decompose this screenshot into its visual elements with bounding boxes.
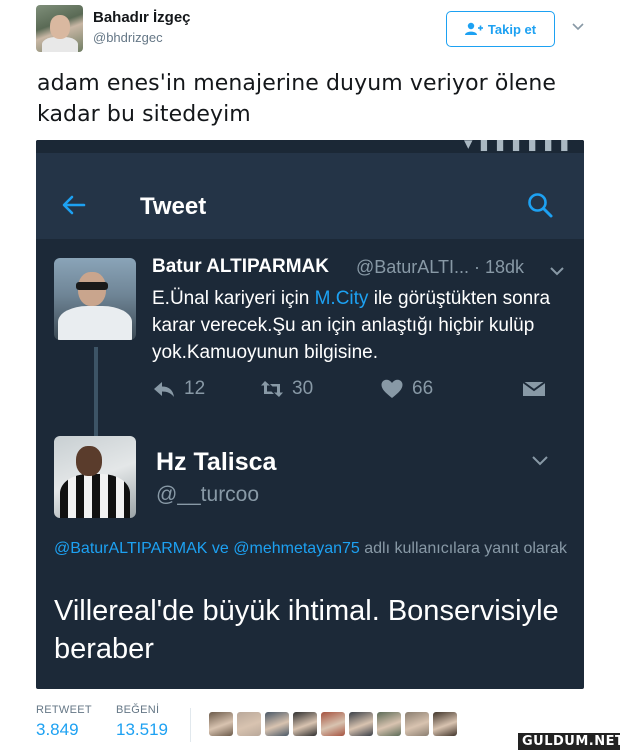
liker-avatar[interactable] [377, 712, 401, 736]
like-count: 66 [412, 378, 434, 399]
liker-avatar[interactable] [265, 712, 289, 736]
reply-tweet-avatar [54, 436, 136, 518]
liker-avatar[interactable] [237, 712, 261, 736]
reply-tweet-handle: @__turcoo [156, 483, 260, 506]
reply-action: 12 [152, 378, 205, 400]
original-tweet-text-start: E.Ünal kariyeri için [152, 288, 315, 309]
original-tweet-actions: 12 30 66 [152, 378, 552, 404]
liker-avatar[interactable] [433, 712, 457, 736]
retweet-action: 30 [260, 378, 313, 400]
avatar-shirt [42, 37, 78, 52]
screenshot-header-title: Tweet [140, 193, 207, 220]
liker-avatar[interactable] [349, 712, 373, 736]
follow-button[interactable]: Takip et [446, 11, 555, 47]
liker-avatar[interactable] [405, 712, 429, 736]
reply-icon [154, 382, 174, 397]
liker-avatar[interactable] [209, 712, 233, 736]
message-action [522, 378, 546, 400]
reply-tweet-name: Hz Talisca [156, 448, 277, 476]
retweet-stat-label: RETWEET [36, 704, 92, 716]
original-tweet-meta: @BaturALTI... · 18dk [356, 257, 524, 278]
stats-divider [190, 708, 191, 742]
reply-context-suffix: adlı kullanıcılara yanıt olarak [359, 540, 568, 557]
reply-mention-and: ve [207, 540, 234, 557]
embedded-screenshot: ▾ ▮ ▮ ▮ ▮ ▮ ▮ Tweet Batur ALTIPARMAK @Ba… [36, 140, 584, 689]
like-action: 66 [380, 378, 433, 400]
liker-avatar[interactable] [321, 712, 345, 736]
avatar-face [76, 446, 102, 476]
reply-mention-1: @BaturALTIPARMAK [54, 540, 208, 557]
reply-tweet-text: Villereal'de büyük ihtimal. Bonservisiyl… [54, 595, 559, 665]
original-tweet-text: E.Ünal kariyeri için M.City ile görüştük… [152, 285, 572, 366]
chevron-down-icon [550, 267, 564, 276]
original-tweet-avatar [54, 258, 136, 340]
reply-mention-2: @mehmetayan75 [233, 540, 360, 557]
author-handle[interactable]: @bhdrizgec [93, 30, 163, 45]
retweet-count: 30 [292, 378, 314, 399]
liker-avatars [209, 712, 457, 736]
reply-context: @BaturALTIPARMAK ve @mehmetayan75 adlı k… [54, 538, 574, 560]
search-icon [528, 193, 553, 218]
original-tweet-handle: @BaturALTI... [356, 257, 469, 277]
status-bar: ▾ ▮ ▮ ▮ ▮ ▮ ▮ [36, 140, 584, 153]
follow-button-label: Takip et [487, 21, 537, 37]
chevron-down-icon[interactable] [570, 18, 586, 34]
like-stat-count[interactable]: 13.519 [116, 720, 168, 740]
heart-icon [381, 379, 403, 398]
avatar-shirt [58, 306, 132, 340]
status-bar-glyphs: ▾ ▮ ▮ ▮ ▮ ▮ ▮ [463, 140, 570, 153]
author-name[interactable]: Bahadır İzgeç [93, 9, 191, 26]
original-tweet-time: · 18dk [474, 257, 525, 277]
original-tweet-link: M.City [314, 288, 369, 309]
add-user-icon [464, 22, 483, 35]
original-tweet-name: Batur ALTIPARMAK [152, 256, 329, 277]
reply-count: 12 [184, 378, 206, 399]
thread-line [94, 347, 98, 439]
avatar-shirt [60, 474, 130, 518]
tweet-text: adam enes'in menajerine duyum veriyor öl… [37, 71, 557, 127]
author-avatar[interactable] [36, 5, 83, 52]
chevron-down-icon [532, 456, 548, 466]
avatar-glasses [76, 282, 108, 290]
retweet-stat-count[interactable]: 3.849 [36, 720, 79, 740]
retweet-icon [261, 381, 283, 397]
liker-avatar[interactable] [293, 712, 317, 736]
screenshot-header: Tweet [36, 153, 584, 239]
watermark-logo: GULDUM.NET [518, 733, 620, 750]
like-stat-label: BEĞENİ [116, 704, 160, 716]
envelope-icon [522, 381, 546, 396]
avatar-face [50, 15, 70, 39]
back-arrow-icon [62, 195, 86, 215]
